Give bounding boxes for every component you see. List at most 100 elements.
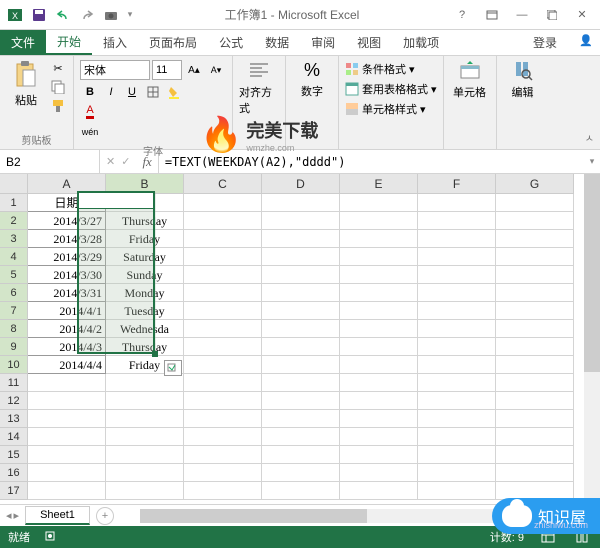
- tab-login[interactable]: 登录: [522, 30, 568, 55]
- cell-styles-button[interactable]: 单元格样式 ▾: [345, 100, 426, 118]
- cell-C5[interactable]: [184, 266, 262, 284]
- font-size-select[interactable]: 11: [152, 60, 182, 80]
- tab-insert[interactable]: 插入: [92, 30, 138, 55]
- cell-F10[interactable]: [418, 356, 496, 374]
- cell-B11[interactable]: [106, 374, 184, 392]
- cell-C3[interactable]: [184, 230, 262, 248]
- cell-F1[interactable]: [418, 194, 496, 212]
- cell-F11[interactable]: [418, 374, 496, 392]
- cell-G11[interactable]: [496, 374, 574, 392]
- row-header-15[interactable]: 15: [0, 446, 28, 464]
- qat-dropdown-icon[interactable]: ▾: [124, 4, 136, 26]
- cell-B17[interactable]: [106, 482, 184, 500]
- cells-button[interactable]: 单元格: [450, 60, 490, 100]
- row-header-6[interactable]: 6: [0, 284, 28, 302]
- cell-A9[interactable]: 2014/4/3: [28, 338, 106, 356]
- vscroll-thumb[interactable]: [584, 174, 600, 372]
- cell-A2[interactable]: 2014/3/27: [28, 212, 106, 230]
- cell-D10[interactable]: [262, 356, 340, 374]
- conditional-format-button[interactable]: 条件格式 ▾: [345, 60, 415, 78]
- cell-F15[interactable]: [418, 446, 496, 464]
- cell-B1[interactable]: [106, 194, 184, 212]
- tab-data[interactable]: 数据: [254, 30, 300, 55]
- cell-C8[interactable]: [184, 320, 262, 338]
- cell-G15[interactable]: [496, 446, 574, 464]
- tab-review[interactable]: 审阅: [300, 30, 346, 55]
- cell-C16[interactable]: [184, 464, 262, 482]
- editing-button[interactable]: 编辑: [503, 60, 543, 100]
- expand-formula-bar-icon[interactable]: ▾: [584, 150, 600, 173]
- font-name-select[interactable]: 宋体: [80, 60, 150, 80]
- cell-D14[interactable]: [262, 428, 340, 446]
- cell-B3[interactable]: Friday: [106, 230, 184, 248]
- cell-G3[interactable]: [496, 230, 574, 248]
- cell-B2[interactable]: Thursday: [106, 212, 184, 230]
- cell-C6[interactable]: [184, 284, 262, 302]
- format-painter-icon[interactable]: [49, 98, 67, 114]
- cell-E12[interactable]: [340, 392, 418, 410]
- cell-C12[interactable]: [184, 392, 262, 410]
- row-header-8[interactable]: 8: [0, 320, 28, 338]
- row-header-16[interactable]: 16: [0, 464, 28, 482]
- cell-G9[interactable]: [496, 338, 574, 356]
- number-button[interactable]: % 数字: [292, 60, 332, 99]
- cell-B7[interactable]: Tuesday: [106, 302, 184, 320]
- cell-A4[interactable]: 2014/3/29: [28, 248, 106, 266]
- cell-G5[interactable]: [496, 266, 574, 284]
- row-header-10[interactable]: 10: [0, 356, 28, 374]
- cell-A17[interactable]: [28, 482, 106, 500]
- border-icon[interactable]: [143, 83, 163, 101]
- help-icon[interactable]: ?: [448, 5, 476, 25]
- row-header-13[interactable]: 13: [0, 410, 28, 428]
- cell-D15[interactable]: [262, 446, 340, 464]
- tab-addins[interactable]: 加载项: [392, 30, 450, 55]
- cell-A3[interactable]: 2014/3/28: [28, 230, 106, 248]
- cell-B16[interactable]: [106, 464, 184, 482]
- cell-B4[interactable]: Saturday: [106, 248, 184, 266]
- cell-B13[interactable]: [106, 410, 184, 428]
- cell-F5[interactable]: [418, 266, 496, 284]
- cell-D3[interactable]: [262, 230, 340, 248]
- cell-D12[interactable]: [262, 392, 340, 410]
- cell-A11[interactable]: [28, 374, 106, 392]
- cell-A8[interactable]: 2014/4/2: [28, 320, 106, 338]
- autofill-options-button[interactable]: [164, 360, 182, 376]
- tab-formulas[interactable]: 公式: [208, 30, 254, 55]
- cell-A12[interactable]: [28, 392, 106, 410]
- cell-C7[interactable]: [184, 302, 262, 320]
- cell-B8[interactable]: Wednesda: [106, 320, 184, 338]
- row-header-1[interactable]: 1: [0, 194, 28, 212]
- cell-C15[interactable]: [184, 446, 262, 464]
- cell-A1[interactable]: 日期: [28, 194, 106, 212]
- cell-A15[interactable]: [28, 446, 106, 464]
- cell-A16[interactable]: [28, 464, 106, 482]
- cell-F3[interactable]: [418, 230, 496, 248]
- cell-F8[interactable]: [418, 320, 496, 338]
- cell-G1[interactable]: [496, 194, 574, 212]
- cell-B9[interactable]: Thursday: [106, 338, 184, 356]
- sheet-prev-icon[interactable]: ◂: [6, 509, 12, 522]
- save-icon[interactable]: [28, 4, 50, 26]
- maximize-icon[interactable]: [538, 5, 566, 25]
- row-header-5[interactable]: 5: [0, 266, 28, 284]
- cell-A5[interactable]: 2014/3/30: [28, 266, 106, 284]
- copy-icon[interactable]: [49, 79, 67, 95]
- cell-C13[interactable]: [184, 410, 262, 428]
- redo-icon[interactable]: [76, 4, 98, 26]
- cell-E13[interactable]: [340, 410, 418, 428]
- cell-G16[interactable]: [496, 464, 574, 482]
- cell-B6[interactable]: Monday: [106, 284, 184, 302]
- sheet-next-icon[interactable]: ▸: [14, 509, 20, 522]
- row-header-9[interactable]: 9: [0, 338, 28, 356]
- cell-D7[interactable]: [262, 302, 340, 320]
- cell-F14[interactable]: [418, 428, 496, 446]
- cell-A10[interactable]: 2014/4/4: [28, 356, 106, 374]
- cell-C14[interactable]: [184, 428, 262, 446]
- cell-E4[interactable]: [340, 248, 418, 266]
- cell-E15[interactable]: [340, 446, 418, 464]
- cell-D5[interactable]: [262, 266, 340, 284]
- cell-F7[interactable]: [418, 302, 496, 320]
- minimize-icon[interactable]: —: [508, 5, 536, 25]
- cell-E6[interactable]: [340, 284, 418, 302]
- cells-area[interactable]: 日期2014/3/27Thursday2014/3/28Friday2014/3…: [28, 194, 574, 500]
